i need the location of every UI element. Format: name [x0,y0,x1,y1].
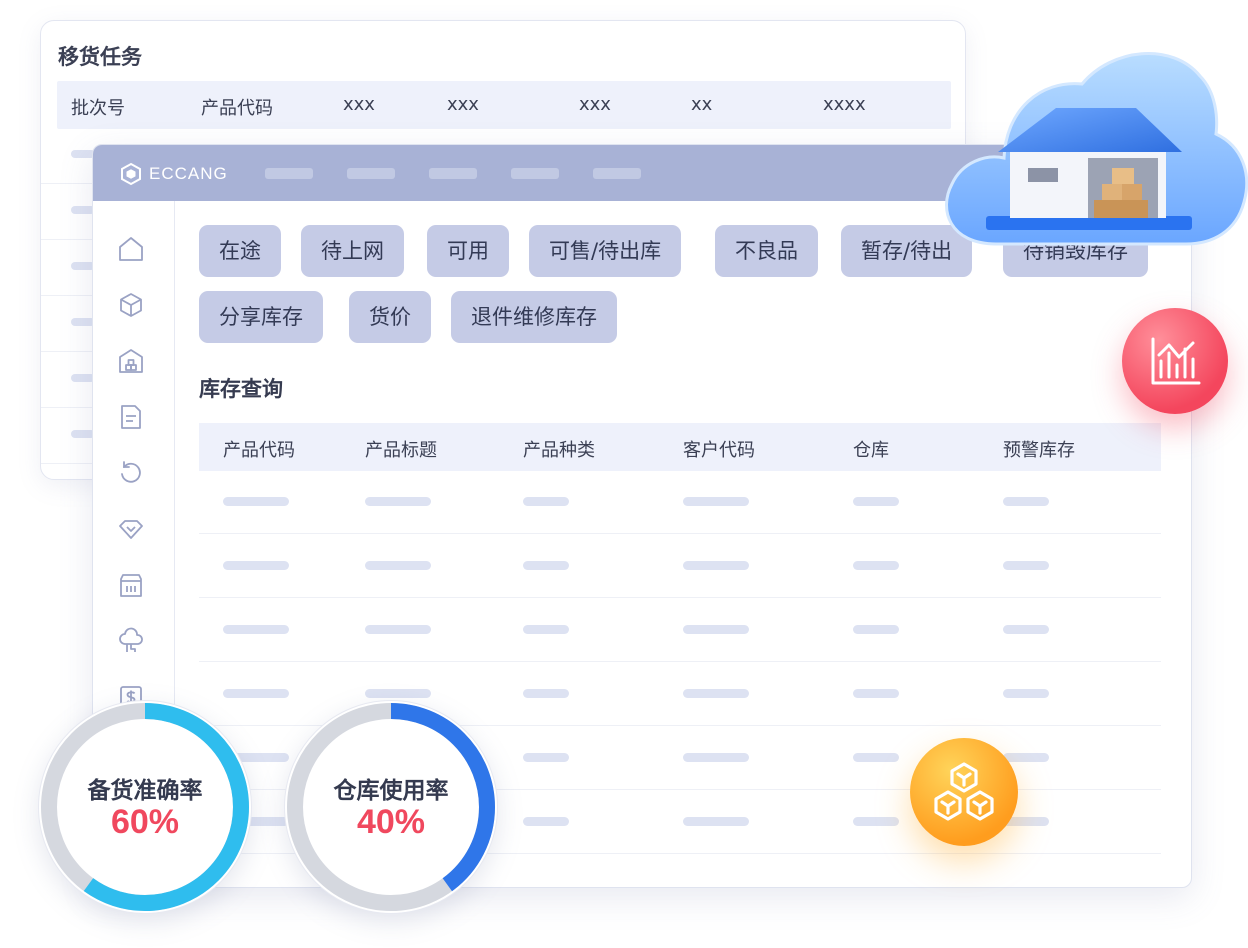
refresh-icon [121,461,141,483]
cloud-network-icon [119,627,143,652]
tag-shared-stock[interactable]: 分享库存 [199,291,323,343]
cell-placeholder [1003,689,1049,698]
cell-placeholder [365,497,431,506]
gauge-value: 60% [110,803,180,841]
inventory-query-title: 库存查询 [199,377,283,401]
col-header-product-title: 产品标题 [365,440,437,461]
row-divider [199,597,1161,598]
eccang-logo[interactable]: ECCANG [119,161,228,187]
cell-placeholder [683,497,749,506]
move-task-table-header: 批次号 产品代码 xxx xxx xxx xx xxxx [57,81,951,129]
package-icon [120,293,142,317]
col-header-product-code: 产品代码 [201,98,273,119]
sidebar-item-warehouse[interactable] [117,347,145,375]
col-header-6: xx [691,94,713,115]
inventory-window: ECCANG 在途 待上网 可用 可售/待出库 不良品 暂存/待出 待销毁库存 … [92,144,1192,888]
col-header-warehouse: 仓库 [853,440,889,461]
tag-in-transit[interactable]: 在途 [199,225,281,277]
gauge-label: 备货准确率 [87,778,203,804]
inventory-cubes-badge [910,738,1018,846]
cell-placeholder [223,625,289,634]
warehouse-icon [119,349,143,373]
cell-placeholder [523,689,569,698]
cell-placeholder [853,689,899,698]
nav-item-placeholder[interactable] [347,168,395,179]
sidebar-item-store[interactable] [117,571,145,599]
cell-placeholder [223,561,289,570]
cell-placeholder [853,625,899,634]
cell-placeholder [523,497,569,506]
col-header-3: xxx [343,94,375,115]
logo-text: ECCANG [149,164,228,183]
cell-placeholder [523,625,569,634]
diamond-icon [119,520,143,539]
row-divider [199,533,1161,534]
cell-placeholder [683,689,749,698]
col-header-batch: 批次号 [71,98,125,119]
col-header-5: xxx [579,94,611,115]
nav-item-placeholder[interactable] [593,168,641,179]
col-header-4: xxx [447,94,479,115]
cell-placeholder [853,561,899,570]
col-header-product-category: 产品种类 [523,440,595,461]
cell-placeholder [365,625,431,634]
cell-placeholder [853,753,899,762]
sidebar-item-cloud[interactable] [117,627,145,655]
tag-sellable-pending-out[interactable]: 可售/待出库 [529,225,682,277]
tag-available[interactable]: 可用 [427,225,509,277]
cell-placeholder [365,561,431,570]
col-header-product-code: 产品代码 [223,440,295,461]
gauge-label: 仓库使用率 [333,778,449,804]
nav-item-placeholder[interactable] [265,168,313,179]
tag-pending-online[interactable]: 待上网 [301,225,404,277]
cell-placeholder [523,817,569,826]
inventory-table-header: 产品代码 产品标题 产品种类 客户代码 仓库 预警库存 [199,423,1161,471]
gauge-stock-accuracy: 备货准确率 60% [38,700,252,914]
analytics-badge [1122,308,1228,414]
store-icon [120,574,142,597]
cell-placeholder [1003,497,1049,506]
sidebar-item-home[interactable] [117,235,145,263]
cell-placeholder [1003,561,1049,570]
cell-placeholder [683,625,749,634]
cell-placeholder [683,817,749,826]
col-header-alert-stock: 预警库存 [1003,440,1075,461]
gauge-warehouse-usage: 仓库使用率 40% [284,700,498,914]
home-icon [119,237,143,261]
col-header-7: xxxx [823,94,866,115]
cubes-icon [934,762,994,821]
document-icon [121,405,141,429]
tag-goods-value[interactable]: 货价 [349,291,431,343]
tag-return-repair-stock[interactable]: 退件维修库存 [451,291,617,343]
gauge-value: 40% [356,803,426,841]
cell-placeholder [523,753,569,762]
bar-chart-icon [1151,337,1201,385]
tag-defective[interactable]: 不良品 [715,225,818,277]
cloud-warehouse-icon [945,52,1248,246]
cell-placeholder [365,689,431,698]
cell-placeholder [683,561,749,570]
sidebar-item-diamond[interactable] [117,515,145,543]
cell-placeholder [1003,753,1049,762]
cell-placeholder [223,497,289,506]
cell-placeholder [523,561,569,570]
sidebar-item-package[interactable] [117,291,145,319]
sidebar-item-document[interactable] [117,403,145,431]
cell-placeholder [223,689,289,698]
cell-placeholder [853,497,899,506]
row-divider [199,661,1161,662]
col-header-customer-code: 客户代码 [683,440,755,461]
cell-placeholder [1003,625,1049,634]
sidebar-item-returns[interactable] [117,459,145,487]
cell-placeholder [853,817,899,826]
eccang-logo-icon [121,162,141,186]
nav-item-placeholder[interactable] [511,168,559,179]
move-task-title: 移货任务 [58,45,142,69]
nav-item-placeholder[interactable] [429,168,477,179]
cell-placeholder [683,753,749,762]
